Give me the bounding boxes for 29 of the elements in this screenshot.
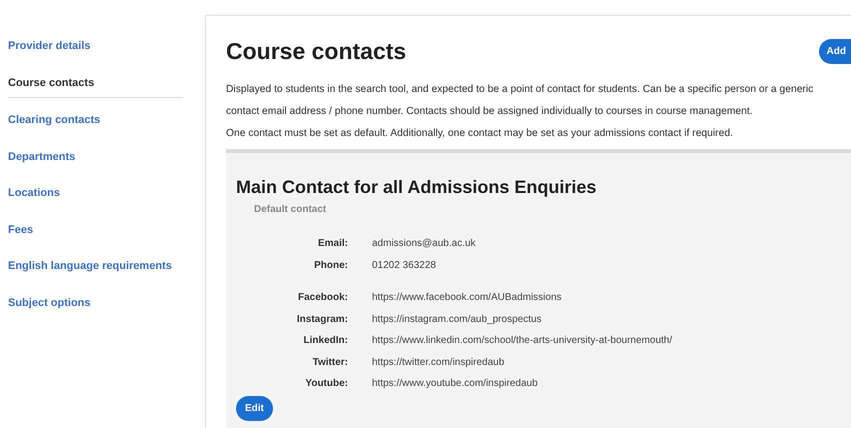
field-value: admissions@aub.ac.uk [372, 238, 476, 250]
field-value: https://twitter.com/inspiredaub [372, 356, 504, 368]
page-title: Course contacts [226, 38, 406, 64]
edit-button[interactable]: Edit [236, 396, 273, 420]
sidebar-link[interactable]: Clearing contacts [8, 108, 183, 144]
field-value: https://www.facebook.com/AUBadmissions [372, 292, 562, 304]
field-label: Email: [316, 238, 348, 250]
field-value: https://www.linkedin.com/school/the-arts-university-at-bournemouth/ [372, 335, 672, 346]
field-value: 01202 363228 [372, 260, 436, 271]
field-value: https://www.youtube.com/inspiredaub [372, 378, 538, 390]
field-label: Instagram: [296, 314, 348, 325]
field-label: LinkedIn: [302, 335, 348, 346]
add-button[interactable]: Add [818, 38, 851, 64]
field-label: Youtube: [304, 378, 348, 390]
field-label: Twitter: [312, 356, 348, 368]
field-value: https://instagram.com/aub_prospectus [372, 314, 542, 325]
sidebar-link[interactable]: Departments [8, 144, 183, 181]
sidebar-link[interactable]: English language requirements [8, 254, 183, 290]
sidebar-link[interactable]: Provider details [8, 34, 183, 70]
field-label: Phone: [313, 260, 348, 271]
description-text: Displayed to students in the search tool, and expected to be a point of contact for students. Can be a specific person or a generic contact email address / phone number. Contacts should be assigned individually to courses in course management. [226, 83, 814, 119]
sidebar-link[interactable]: Subject options [8, 290, 183, 327]
sidebar-link[interactable]: Fees [8, 218, 183, 254]
field-label: Facebook: [296, 292, 348, 304]
contact-title: Main Contact for all Admissions Enquiries [236, 177, 598, 198]
sidebar-link[interactable]: Course contacts [8, 70, 183, 98]
default-contact-label: Default contact [254, 204, 328, 215]
description-text: One contact must be set as default. Additionally, one contact may be set as your admissions contact if required. [226, 127, 734, 141]
sidebar-link[interactable]: Locations [8, 181, 183, 218]
